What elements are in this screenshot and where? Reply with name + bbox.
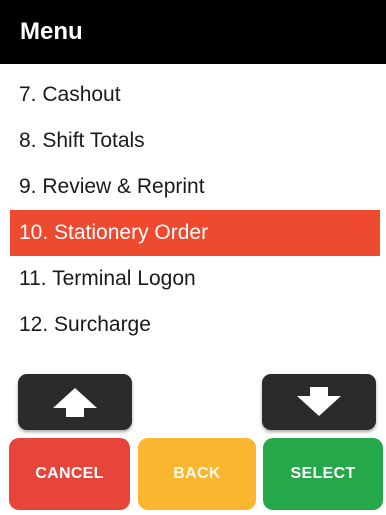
back-button[interactable]: BACK	[138, 438, 256, 510]
menu-item-surcharge[interactable]: 12. Surcharge	[0, 302, 386, 348]
page-title: Menu	[0, 0, 386, 64]
terminal-screen: Menu 7. Cashout 8. Shift Totals 9. Revie…	[0, 0, 386, 515]
cancel-button[interactable]: CANCEL	[9, 438, 130, 510]
menu-item-cashout[interactable]: 7. Cashout	[0, 72, 386, 118]
scroll-up-button[interactable]	[18, 374, 132, 430]
select-button[interactable]: SELECT	[263, 438, 383, 510]
menu-item-shift-totals[interactable]: 8. Shift Totals	[0, 118, 386, 164]
arrow-up-icon	[53, 388, 97, 417]
scroll-down-button[interactable]	[262, 374, 376, 430]
menu-item-terminal-logon[interactable]: 11. Terminal Logon	[0, 256, 386, 302]
menu-list: 7. Cashout 8. Shift Totals 9. Review & R…	[0, 72, 386, 348]
menu-item-review-reprint[interactable]: 9. Review & Reprint	[0, 164, 386, 210]
arrow-down-icon	[297, 387, 341, 416]
menu-item-stationery-order[interactable]: 10. Stationery Order	[10, 210, 380, 256]
